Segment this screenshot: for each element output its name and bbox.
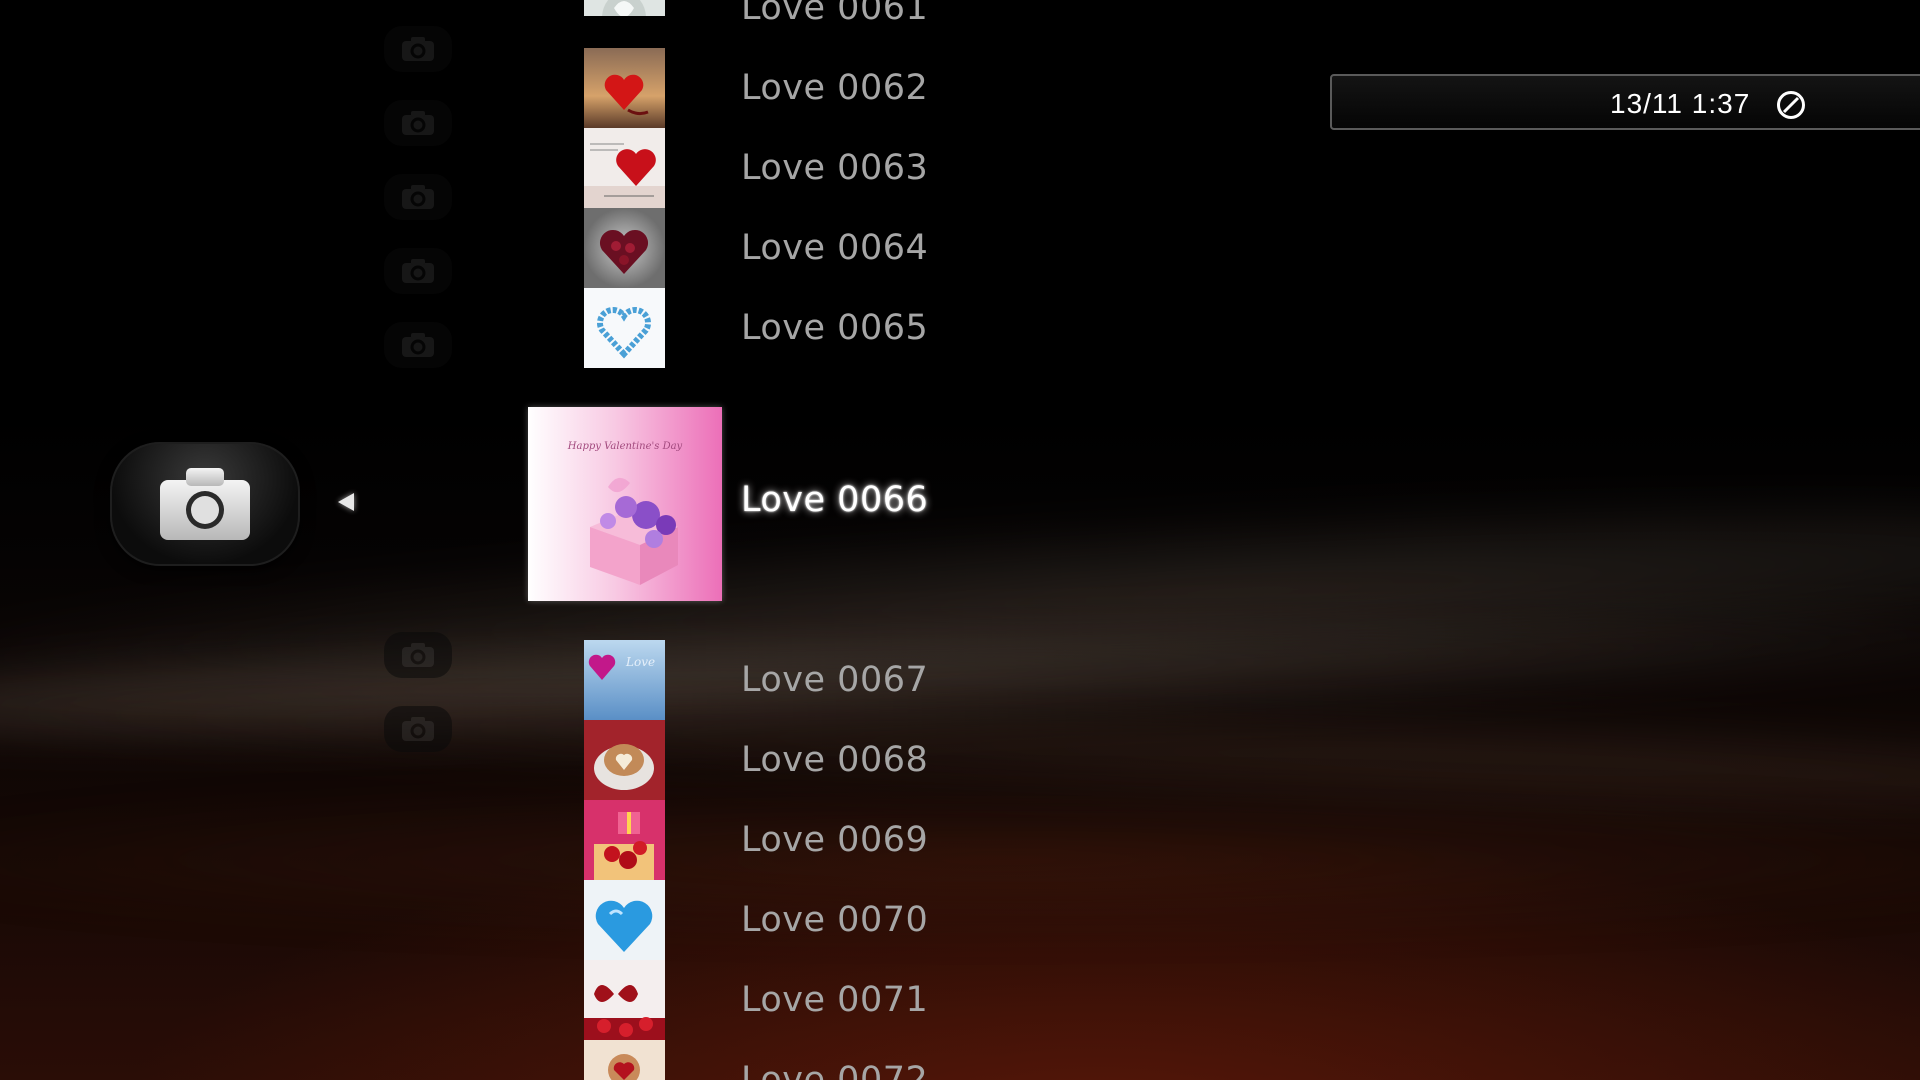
camera-icon [384, 632, 452, 678]
no-network-icon [1777, 91, 1805, 119]
list-item-label: Love 0069 [741, 820, 929, 860]
list-item-label: Love 0071 [741, 980, 929, 1020]
camera-icon [384, 26, 452, 72]
thumbnail [584, 208, 665, 288]
list-item-label: Love 0062 [741, 68, 929, 108]
list-item-label: Love 0063 [741, 148, 929, 188]
list-item-label: Love 0067 [741, 660, 929, 700]
left-arrow-icon[interactable] [338, 493, 354, 511]
camera-icon [384, 248, 452, 294]
list-item-label: Love 0064 [741, 228, 929, 268]
camera-icon [384, 100, 452, 146]
card-text: Happy Valentine's Day [567, 441, 683, 452]
camera-icon [384, 174, 452, 220]
background-wave [0, 648, 1920, 842]
background-wave [0, 780, 1920, 940]
list-item-label: Love 0061 [741, 0, 929, 28]
camera-icon [160, 468, 250, 540]
thumbnail [584, 288, 665, 368]
background-wave [0, 568, 1920, 772]
clock-panel: 13/11 1:37 [1330, 74, 1920, 130]
camera-icon [384, 706, 452, 752]
thumbnail [584, 880, 665, 960]
thumbnail [584, 48, 665, 128]
list-item-label: Love 0070 [741, 900, 929, 940]
list-item-label: Love 0065 [741, 308, 929, 348]
thumbnail [584, 800, 665, 880]
list-item-label: Love 0068 [741, 740, 929, 780]
thumbnail [584, 128, 665, 208]
list-item-label: Love 0072 [741, 1060, 929, 1080]
thumbnail: Love [584, 640, 665, 720]
thumbnail [584, 1040, 665, 1080]
camera-icon [384, 322, 452, 368]
thumbnail [584, 960, 665, 1040]
thumbnail [584, 0, 665, 16]
thumbnail [584, 720, 665, 800]
selected-thumbnail[interactable]: Happy Valentine's Day [528, 407, 722, 601]
photo-category-button[interactable] [110, 442, 300, 566]
selected-item-label[interactable]: Love 0066 [741, 480, 928, 520]
svg-text:Love: Love [625, 655, 655, 669]
xmb-screen: Love 0061 Love 0062 Love 0063 Love 0064 … [0, 0, 1920, 1080]
clock-text: 13/11 1:37 [1610, 88, 1751, 119]
